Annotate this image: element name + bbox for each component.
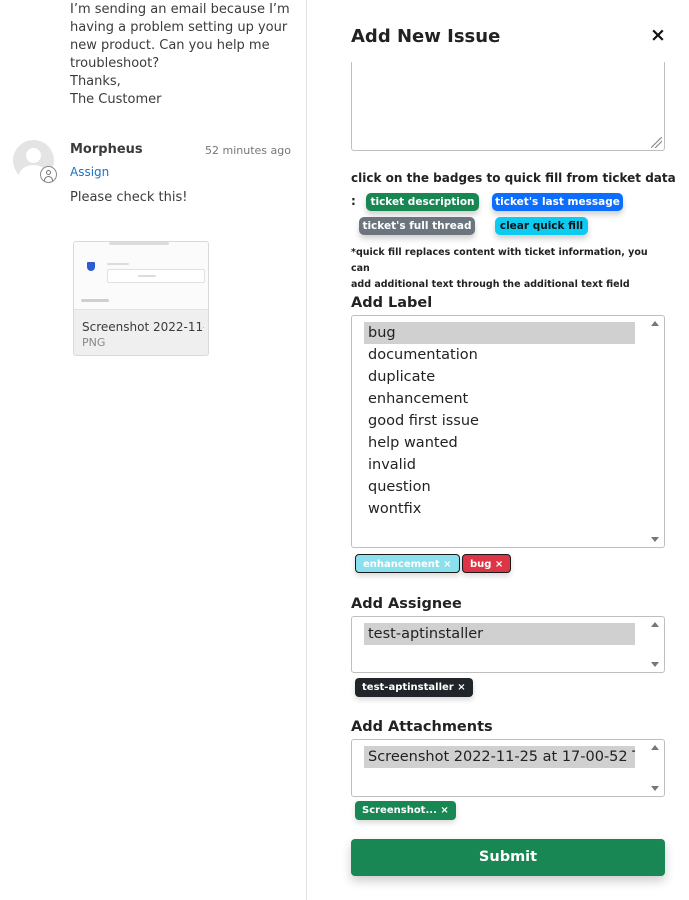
customer-email-body: I’m sending an email because I’m having … xyxy=(70,1,290,109)
email-line: having a problem setting up your xyxy=(70,20,288,35)
reply-message: Please check this! xyxy=(70,190,188,205)
add-label-heading: Add Label xyxy=(351,295,433,311)
email-line: The Customer xyxy=(70,92,162,107)
email-line: Thanks, xyxy=(70,74,121,89)
badge-clear-quick-fill[interactable]: clear quick fill xyxy=(495,217,588,235)
assign-link[interactable]: Assign xyxy=(70,165,109,179)
label-option-help-wanted[interactable]: help wanted xyxy=(364,432,635,454)
scroll-up-icon[interactable] xyxy=(651,321,659,326)
attachment-option[interactable]: Screenshot 2022-11-25 at 17-00-52 Ticket xyxy=(364,746,635,768)
label-option-invalid[interactable]: invalid xyxy=(364,454,635,476)
add-attachments-heading: Add Attachments xyxy=(351,719,493,735)
email-line: new product. Can you help me xyxy=(70,38,270,53)
issue-description-textarea[interactable] xyxy=(351,62,665,151)
label-option-duplicate[interactable]: duplicate xyxy=(364,366,635,388)
scroll-up-icon[interactable] xyxy=(651,745,659,750)
badge-ticket-last-message[interactable]: ticket's last message xyxy=(492,193,623,211)
attachment-filetype: PNG xyxy=(82,336,106,349)
label-option-enhancement[interactable]: enhancement xyxy=(364,388,635,410)
assignee-select[interactable]: test-aptinstaller xyxy=(351,616,665,673)
shield-icon xyxy=(87,262,95,271)
selected-label-enhancement[interactable]: enhancement × xyxy=(355,554,460,573)
reply-timestamp: 52 minutes ago xyxy=(205,144,291,157)
label-option-wontfix[interactable]: wontfix xyxy=(364,498,635,520)
close-icon[interactable]: × xyxy=(650,25,666,45)
panel-title: Add New Issue xyxy=(351,26,501,47)
label-option-bug[interactable]: bug xyxy=(364,322,635,344)
email-line: I’m sending an email because I’m xyxy=(70,2,290,17)
scroll-down-icon[interactable] xyxy=(651,786,659,791)
conversation-pane: I’m sending an email because I’m having … xyxy=(0,0,306,900)
selected-attachment-tag[interactable]: Screenshot... × xyxy=(355,801,456,820)
attachment-card[interactable]: Screenshot 2022-11-... PNG xyxy=(73,241,209,356)
attachments-select[interactable]: Screenshot 2022-11-25 at 17-00-52 Ticket xyxy=(351,739,665,797)
attachment-filename: Screenshot 2022-11-... xyxy=(82,320,204,334)
scroll-down-icon[interactable] xyxy=(651,662,659,667)
submit-button[interactable]: Submit xyxy=(351,839,665,876)
label-option-question[interactable]: question xyxy=(364,476,635,498)
quickfill-note-line: *quick fill replaces content with ticket… xyxy=(351,247,648,274)
quickfill-instructions: click on the badges to quick fill from t… xyxy=(351,171,676,185)
avatar-head-shape xyxy=(26,148,41,163)
reply-author: Morpheus xyxy=(70,142,143,157)
attachment-thumbnail xyxy=(74,242,208,310)
badge-ticket-description[interactable]: ticket description xyxy=(366,193,479,211)
agent-user-icon xyxy=(40,166,57,183)
badge-ticket-full-thread[interactable]: ticket's full thread xyxy=(359,217,475,235)
label-option-documentation[interactable]: documentation xyxy=(364,344,635,366)
assignee-option[interactable]: test-aptinstaller xyxy=(364,623,635,645)
resize-handle-icon[interactable] xyxy=(651,137,662,148)
quickfill-note: *quick fill replaces content with ticket… xyxy=(351,245,667,293)
label-option-good-first-issue[interactable]: good first issue xyxy=(364,410,635,432)
label-select[interactable]: bug documentation duplicate enhancement … xyxy=(351,315,665,548)
quickfill-note-line: add additional text through the addition… xyxy=(351,279,630,290)
quickfill-colon: : xyxy=(351,194,356,208)
selected-assignee-tag[interactable]: test-aptinstaller × xyxy=(355,678,473,697)
selected-label-bug[interactable]: bug × xyxy=(462,554,512,573)
add-assignee-heading: Add Assignee xyxy=(351,596,462,612)
email-line: troubleshoot? xyxy=(70,56,160,71)
pane-divider xyxy=(306,0,307,900)
scroll-up-icon[interactable] xyxy=(651,622,659,627)
scroll-down-icon[interactable] xyxy=(651,537,659,542)
